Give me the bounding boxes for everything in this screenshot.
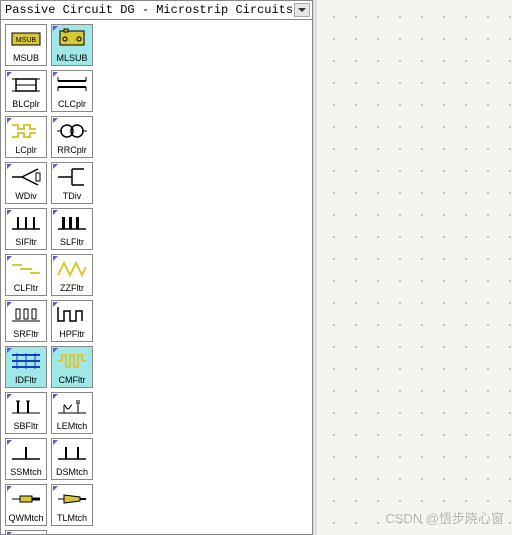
component-qwmtch[interactable]: QWMtch [5,484,47,526]
component-msub[interactable]: MSUB MSUB [5,24,47,66]
component-sbfltr[interactable]: SBFltr [5,392,47,434]
tlmtch-icon [53,486,91,512]
component-hpfltr[interactable]: HPFltr [51,300,93,342]
lcplr-icon [7,118,45,144]
component-label: SIFltr [15,236,37,248]
component-label: SSMtch [10,466,42,478]
component-label: LCplr [15,144,37,156]
component-label: BLCplr [12,98,40,110]
component-ssmtch[interactable]: SSMtch [5,438,47,480]
srfltr-icon [7,302,45,328]
palette-row: SBFltr LEMtch [5,392,308,434]
component-ratten[interactable]: RAtten [5,530,47,535]
component-lemtch[interactable]: LEMtch [51,392,93,434]
palette-row: WDiv TDiv [5,162,308,204]
palette-row: MSUB MSUB MLSUB [5,24,308,66]
component-wdiv[interactable]: WDiv [5,162,47,204]
sifltr-icon [7,210,45,236]
component-rrcplr[interactable]: RRCplr [51,116,93,158]
palette-row: QWMtch TLMtch [5,484,308,526]
lemtch-icon [53,394,91,420]
palette-row: SIFltr SLFltr [5,208,308,250]
ssmtch-icon [7,440,45,466]
app-root: Passive Circuit DG - Microstrip Circuits… [0,0,512,535]
component-cmfltr[interactable]: CMFltr [51,346,93,388]
palette-row: RAtten [5,530,308,535]
rrcplr-icon [53,118,91,144]
component-slfltr[interactable]: SLFltr [51,208,93,250]
component-label: SBFltr [13,420,38,432]
schematic-canvas[interactable]: CSDN @悟步晓心窗 [313,0,512,535]
component-label: IDFltr [15,374,37,386]
component-label: MSUB [13,52,39,64]
component-idfltr[interactable]: IDFltr [5,346,47,388]
dropdown-selected-text: Passive Circuit DG - Microstrip Circuits [5,3,293,17]
blcplr-icon [7,72,45,98]
hpfltr-icon [53,302,91,328]
watermark-text: CSDN @悟步晓心窗 [385,508,504,527]
palette-row: SSMtch DSMtch [5,438,308,480]
palette-row: LCplr RRCplr [5,116,308,158]
component-label: MLSUB [56,52,87,64]
component-label: CLFltr [14,282,39,294]
component-label: TDiv [63,190,82,202]
category-dropdown[interactable]: Passive Circuit DG - Microstrip Circuits [0,0,313,20]
component-label: LEMtch [57,420,88,432]
mlsub-icon [53,26,91,52]
component-clfltr[interactable]: CLFltr [5,254,47,296]
component-label: DSMtch [56,466,88,478]
sbfltr-icon [7,394,45,420]
msub-icon: MSUB [7,26,45,52]
component-label: CLCplr [58,98,86,110]
slfltr-icon [53,210,91,236]
component-label: RRCplr [57,144,87,156]
component-srfltr[interactable]: SRFltr [5,300,47,342]
component-label: SRFltr [13,328,39,340]
component-tdiv[interactable]: TDiv [51,162,93,204]
component-label: QWMtch [9,512,44,524]
component-label: WDiv [15,190,37,202]
palette-row: BLCplr CLCplr [5,70,308,112]
component-zzfltr[interactable]: ZZFltr [51,254,93,296]
component-dsmtch[interactable]: DSMtch [51,438,93,480]
component-label: CMFltr [59,374,86,386]
clfltr-icon [7,256,45,282]
qwmtch-icon [7,486,45,512]
dsmtch-icon [53,440,91,466]
component-clcplr[interactable]: CLCplr [51,70,93,112]
component-palette: MSUB MSUB MLSUB BLCplr CLCplr LCplr RRCplr WDiv… [0,20,313,535]
svg-text:MSUB: MSUB [16,37,37,44]
palette-row: SRFltr HPFltr [5,300,308,342]
chevron-down-icon[interactable] [294,3,310,17]
component-label: SLFltr [60,236,84,248]
idfltr-icon [7,348,45,374]
palette-row: CLFltr ZZFltr [5,254,308,296]
component-blcplr[interactable]: BLCplr [5,70,47,112]
palette-row: IDFltr CMFltr [5,346,308,388]
component-sifltr[interactable]: SIFltr [5,208,47,250]
clcplr-icon [53,72,91,98]
component-label: HPFltr [59,328,85,340]
cmfltr-icon [53,348,91,374]
component-palette-panel: Passive Circuit DG - Microstrip Circuits… [0,0,313,535]
wdiv-icon [7,164,45,190]
component-label: TLMtch [57,512,87,524]
component-lcplr[interactable]: LCplr [5,116,47,158]
component-tlmtch[interactable]: TLMtch [51,484,93,526]
component-label: ZZFltr [60,282,84,294]
zzfltr-icon [53,256,91,282]
component-mlsub[interactable]: MLSUB [51,24,93,66]
tdiv-icon [53,164,91,190]
